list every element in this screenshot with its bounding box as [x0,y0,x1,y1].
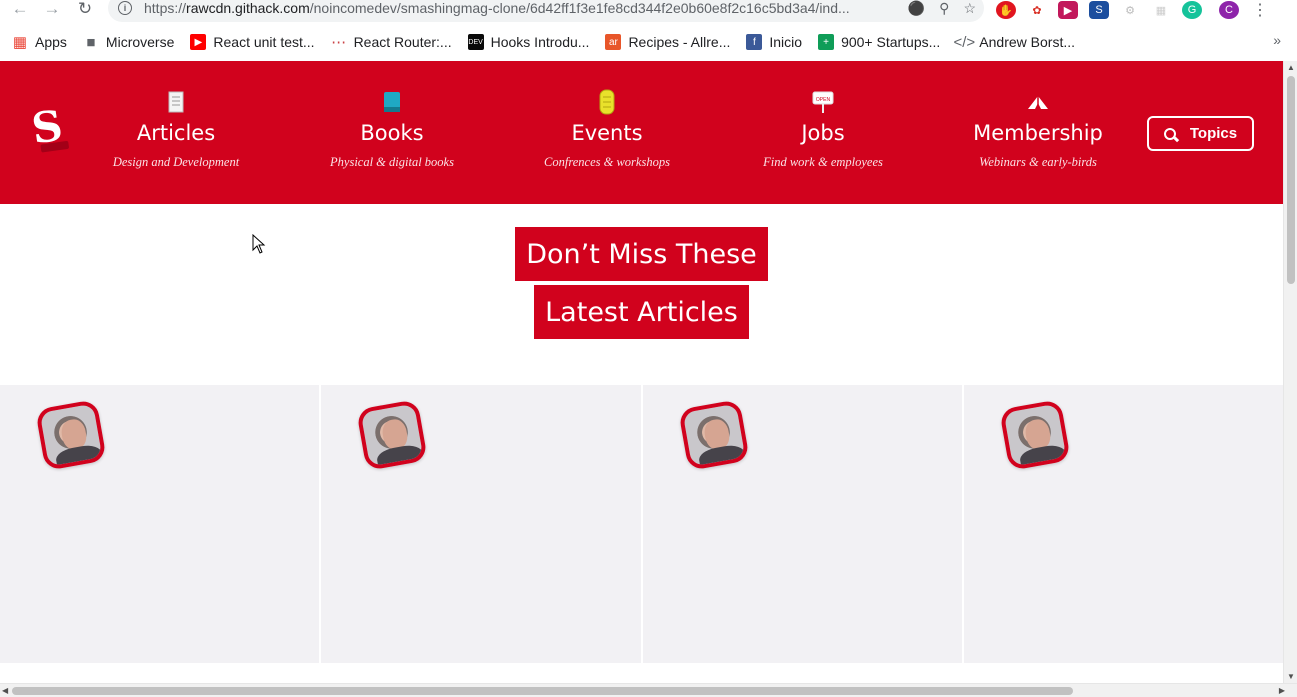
document-icon [68,89,284,114]
bookmark-label: Andrew Borst... [979,34,1075,50]
scroll-up-icon[interactable]: ▲ [1287,63,1295,72]
nav-title: Articles [136,121,216,145]
article-card[interactable] [321,385,641,663]
bookmark-label: Microverse [105,34,175,50]
bookmark-label: Apps [35,34,67,50]
scroll-right-icon[interactable]: ▶ [1279,686,1285,695]
reload-icon[interactable]: ↻ [73,0,97,20]
bookmark-item[interactable]: f Inicio [746,34,802,50]
react-router-icon: ⋯ [331,34,347,51]
smashing-logo[interactable]: S [29,101,73,153]
url-text: https://rawcdn.githack.com/noincomedev/s… [144,0,850,16]
topics-button[interactable]: Topics [1147,116,1254,151]
nav-subtitle: Find work & employees [763,155,883,169]
scroll-left-icon[interactable]: ◀ [2,686,8,695]
back-arrow-icon[interactable]: ← [8,0,32,20]
bookmark-star-icon[interactable]: ☆ [963,0,976,17]
extension-s-icon[interactable]: S [1089,1,1109,19]
bookmarks-bar: » ▦ Apps ■ Microverse ▶ React unit test... ⋯ Re… [0,30,1297,54]
nav-subtitle: Design and Development [112,155,240,169]
bookmark-item[interactable]: ■ Microverse [83,33,175,51]
bookmark-label: React unit test... [213,34,315,50]
nav-item-4[interactable]: Membership Webinars & early-birds [930,89,1146,170]
nav-title: Events [571,121,643,145]
bookmark-item[interactable]: ▦ Apps [12,34,67,51]
horizontal-scroll-thumb[interactable] [12,687,1073,695]
shield-blocked-icon[interactable]: ⚫ [908,0,925,17]
bookmark-label: 900+ Startups... [841,34,941,50]
profile-avatar[interactable]: C [1219,1,1239,19]
scroll-down-icon[interactable]: ▼ [1287,672,1295,681]
nav-title: Books [360,121,424,145]
author-avatar[interactable] [677,399,750,471]
nav-subtitle: Confrences & workshops [544,155,670,169]
headline-text: Don’t Miss These Latest Articles [515,227,768,339]
page-viewport: S Articles Design and Development Books Phy… [0,61,1283,683]
ticket-icon [499,89,715,114]
nav-title: Jobs [801,121,845,145]
topics-label: Topics [1189,125,1238,142]
bookmark-item[interactable]: ⋯ React Router:... [331,34,452,51]
article-card[interactable] [0,385,320,663]
bookmark-label: React Router:... [353,34,452,50]
apps-grid-icon: ▦ [12,34,28,51]
nav-item-0[interactable]: Articles Design and Development [68,89,284,170]
youtube-icon: ▶ [190,34,207,50]
author-avatar[interactable] [998,399,1071,471]
sheets-icon: + [818,34,835,50]
site-info-icon[interactable]: i [118,1,132,15]
bookmark-item[interactable]: </> Andrew Borst... [953,33,1075,51]
latest-articles-heading: Don’t Miss These Latest Articles [0,226,1283,342]
code-icon: </> [953,33,976,51]
facebook-icon: f [746,34,763,50]
vertical-scroll-thumb[interactable] [1287,76,1295,284]
url-path: /noincomedev/smashingmag-clone/6d42ff1f3… [309,0,850,16]
bookmark-item[interactable]: ▶ React unit test... [190,34,315,50]
nav-item-2[interactable]: Events Confrences & workshops [499,89,715,170]
zoom-icon[interactable]: ⚲ [939,0,949,17]
bookmark-item[interactable]: DEV Hooks Introdu... [467,34,590,50]
extension-gear-icon[interactable]: ⚙ [1120,1,1140,19]
extensions-bar: ✋ ✿ ▶ S ⚙ ▦ G C ⋮ [996,0,1270,20]
nav-subtitle: Physical & digital books [330,155,454,169]
nav-item-3[interactable]: OPEN Jobs Find work & employees [715,89,931,170]
folder-icon: ■ [86,33,96,51]
nav-subtitle: Webinars & early-birds [979,155,1097,169]
grammarly-icon[interactable]: G [1182,1,1202,19]
adblock-icon[interactable]: ✋ [996,1,1016,19]
site-header: S Articles Design and Development Books Phy… [0,61,1283,204]
allrecipes-icon: ar [605,34,622,50]
extension-grid-icon[interactable]: ▦ [1151,1,1171,19]
extension-swirl-icon[interactable]: ✿ [1027,1,1047,19]
author-avatar[interactable] [35,399,107,471]
bookmark-label: Recipes - Allre... [628,34,731,50]
url-host: rawcdn.githack.com [186,0,310,16]
article-cards [0,385,1283,663]
more-bookmarks-icon[interactable]: » [1273,32,1281,48]
author-avatar[interactable] [356,399,429,471]
article-card[interactable] [963,385,1283,663]
tent-icon [930,89,1146,114]
horizontal-scrollbar[interactable]: ◀ ▶ [0,683,1297,697]
browser-toolbar: ← → ↻ i https://rawcdn.githack.com/noinc… [0,0,1297,22]
mouse-cursor-icon [252,234,266,254]
nav-item-1[interactable]: Books Physical & digital books [284,89,500,170]
open-sign-icon: OPEN [715,89,931,114]
nav-title: Membership [973,121,1103,145]
dev-icon: DEV [467,34,484,50]
book-icon [284,89,500,114]
search-icon [1163,127,1176,140]
bookmark-item[interactable]: ar Recipes - Allre... [605,34,730,50]
bookmark-label: Hooks Introdu... [490,34,590,50]
menu-dots-icon[interactable]: ⋮ [1250,1,1270,19]
bookmark-item[interactable]: +900+ Startups... [818,34,940,50]
address-bar[interactable]: i https://rawcdn.githack.com/noincomedev… [108,0,984,22]
article-card[interactable] [642,385,962,663]
forward-arrow-icon[interactable]: → [40,0,64,20]
svg-text:OPEN: OPEN [816,97,831,103]
extension-play-icon[interactable]: ▶ [1058,1,1078,19]
bookmark-label: Inicio [769,34,803,50]
vertical-scrollbar[interactable]: ▲ ▼ [1283,61,1297,683]
